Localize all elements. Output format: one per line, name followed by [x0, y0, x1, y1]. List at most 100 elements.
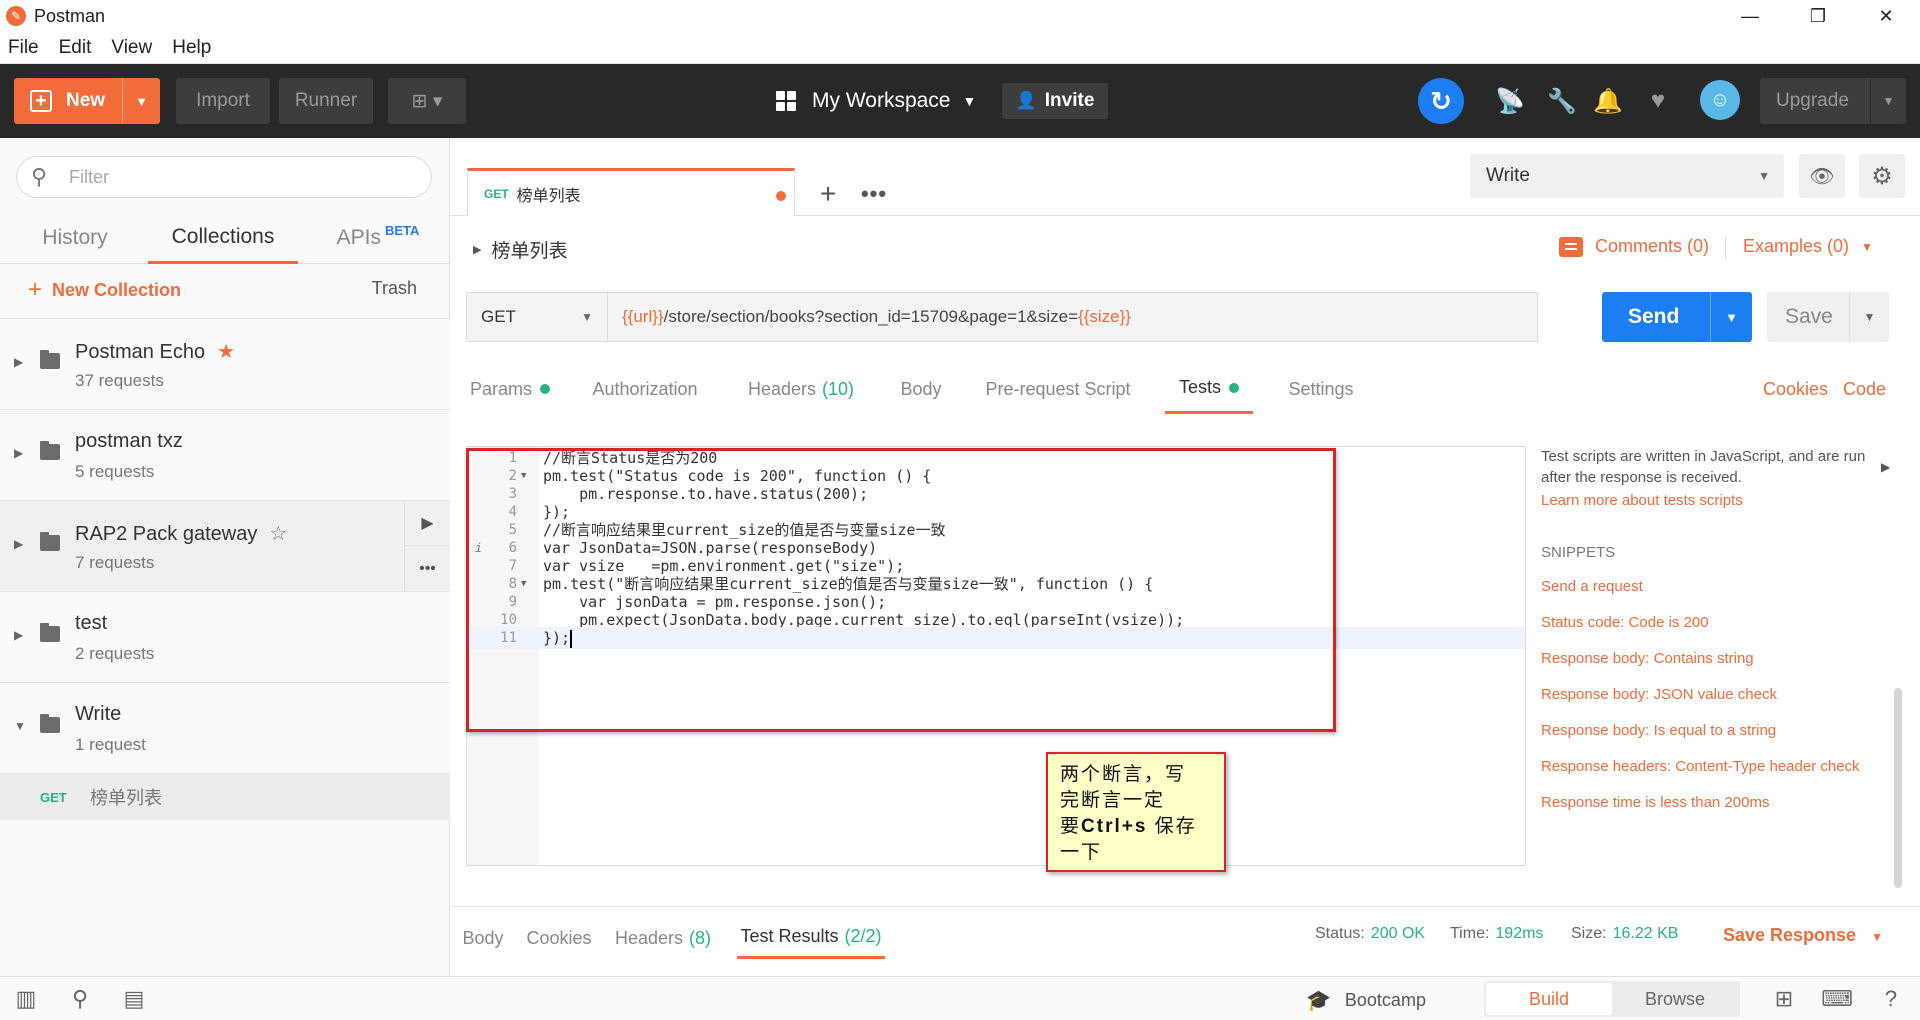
gear-icon[interactable]: ⚙: [1859, 154, 1905, 198]
annotation-highlight-box: [466, 448, 1336, 732]
snippet-link[interactable]: Response body: JSON value check: [1541, 686, 1777, 703]
tab-apis[interactable]: APIs BETA: [330, 212, 426, 264]
filter-input[interactable]: [69, 166, 409, 188]
send-dropdown-caret-icon[interactable]: ▼: [1710, 292, 1752, 342]
request-tab[interactable]: GET 榜单列表: [467, 168, 795, 216]
more-tabs-icon[interactable]: •••: [854, 174, 894, 214]
caret-down-icon[interactable]: ▼: [14, 719, 26, 733]
snippet-link[interactable]: Send a request: [1541, 578, 1643, 595]
snippet-link[interactable]: Response headers: Content-Type header ch…: [1541, 758, 1860, 775]
snippet-link[interactable]: Response body: Contains string: [1541, 650, 1754, 667]
restore-icon[interactable]: ❐: [1784, 0, 1852, 32]
examples-dropdown[interactable]: Examples (0) ▼: [1725, 236, 1873, 260]
satellite-icon[interactable]: 📡: [1492, 83, 1528, 119]
collapse-panel-icon[interactable]: ▶: [1881, 460, 1890, 474]
resp-tab-cookies[interactable]: Cookies: [526, 917, 591, 959]
menu-view[interactable]: View: [111, 37, 152, 59]
learn-more-link[interactable]: Learn more about tests scripts: [1541, 492, 1743, 509]
collection-item[interactable]: ▶ postman txz 5 requests: [0, 410, 450, 501]
tab-settings[interactable]: Settings: [1279, 364, 1363, 414]
vertical-scrollbar[interactable]: [1894, 218, 1902, 978]
close-icon[interactable]: ✕: [1852, 0, 1920, 32]
caret-right-icon[interactable]: ▶: [14, 355, 23, 369]
console-icon[interactable]: ▤: [120, 985, 148, 1013]
expand-arrow-icon[interactable]: ▶: [405, 501, 450, 546]
add-tab-icon[interactable]: +: [808, 174, 848, 214]
environment-select[interactable]: Write ▼: [1470, 154, 1784, 198]
find-icon[interactable]: ⚲: [66, 985, 94, 1013]
save-response-button[interactable]: Save Response ▼: [1723, 925, 1883, 946]
resp-headers-count: (8): [689, 927, 712, 948]
code-link[interactable]: Code: [1843, 364, 1886, 414]
sidebar-toggle-icon[interactable]: ▥: [12, 985, 40, 1013]
minimize-icon[interactable]: —: [1716, 0, 1784, 32]
build-toggle-button[interactable]: Build: [1486, 983, 1612, 1015]
tab-prerequest-script[interactable]: Pre-request Script: [981, 364, 1135, 414]
star-icon[interactable]: ★: [217, 341, 235, 363]
trash-link[interactable]: Trash: [372, 278, 417, 299]
wrench-icon[interactable]: 🔧: [1544, 83, 1580, 119]
new-window-button[interactable]: ⊞ ▾: [388, 78, 466, 124]
comments-link[interactable]: Comments (0): [1559, 236, 1709, 257]
tab-params[interactable]: Params: [469, 364, 551, 414]
avatar[interactable]: ☺: [1700, 80, 1740, 120]
import-button[interactable]: Import: [176, 78, 270, 124]
tab-headers[interactable]: Headers (10): [739, 364, 863, 414]
resp-tab-body[interactable]: Body: [461, 917, 505, 959]
sync-icon[interactable]: ↻: [1418, 78, 1464, 124]
heart-icon[interactable]: ♥: [1640, 83, 1676, 119]
tab-history[interactable]: History: [38, 212, 112, 264]
snippet-link[interactable]: Response time is less than 200ms: [1541, 794, 1769, 811]
menu-edit[interactable]: Edit: [59, 37, 92, 59]
breadcrumb[interactable]: ▶ 榜单列表: [473, 236, 567, 263]
time-label: Time:: [1450, 925, 1490, 942]
runner-button[interactable]: Runner: [279, 78, 373, 124]
upgrade-dropdown-caret-icon[interactable]: ▼: [1870, 78, 1906, 124]
caret-right-icon[interactable]: ▶: [14, 446, 23, 460]
collection-item[interactable]: ▶ test 2 requests: [0, 592, 450, 683]
eye-icon[interactable]: 👁: [1799, 154, 1845, 198]
new-window-icon: ⊞ ▾: [411, 90, 443, 112]
new-button[interactable]: + New ▼: [14, 78, 160, 124]
collection-item[interactable]: ▼ Write 1 request: [0, 683, 450, 774]
menu-file[interactable]: File: [8, 37, 39, 59]
resp-tab-test-results[interactable]: Test Results (2/2): [737, 917, 885, 959]
resp-tab-headers[interactable]: Headers (8): [613, 917, 713, 959]
collection-item[interactable]: ▶ RAP2 Pack gateway ☆ 7 requests ▶ •••: [0, 501, 450, 592]
send-button[interactable]: Send ▼: [1602, 292, 1752, 342]
snippet-link[interactable]: Response body: Is equal to a string: [1541, 722, 1776, 739]
upgrade-button[interactable]: Upgrade ▼: [1760, 78, 1906, 124]
request-item[interactable]: GET 榜单列表: [0, 774, 450, 820]
tab-authorization[interactable]: Authorization: [581, 364, 709, 414]
more-options-icon[interactable]: •••: [405, 546, 450, 591]
keyboard-icon[interactable]: ⌨: [1821, 985, 1853, 1013]
cookies-link[interactable]: Cookies: [1763, 364, 1828, 414]
new-collection-button[interactable]: + New Collection: [28, 276, 181, 304]
url-input[interactable]: {{url}}/store/section/books?section_id=1…: [608, 292, 1538, 342]
save-button[interactable]: Save ▼: [1767, 292, 1889, 342]
method-select[interactable]: GET ▼: [466, 292, 608, 342]
collection-item[interactable]: ▶ Postman Echo ★ 37 requests: [0, 319, 450, 410]
tab-collections[interactable]: Collections: [148, 212, 298, 264]
caret-right-icon[interactable]: ▶: [14, 537, 23, 551]
headers-count: (10): [822, 378, 855, 399]
new-dropdown-caret-icon[interactable]: ▼: [122, 78, 160, 124]
two-pane-icon[interactable]: ⊞: [1770, 985, 1798, 1013]
save-dropdown-caret-icon[interactable]: ▼: [1849, 292, 1889, 342]
star-outline-icon[interactable]: ☆: [269, 523, 287, 545]
menu-help[interactable]: Help: [172, 37, 211, 59]
browse-toggle-button[interactable]: Browse: [1612, 983, 1738, 1015]
scrollbar-thumb[interactable]: [1894, 688, 1902, 888]
request-name: 榜单列表: [90, 788, 162, 808]
bootcamp-button[interactable]: 🎓 Bootcamp: [1306, 988, 1426, 1013]
help-icon[interactable]: ?: [1877, 985, 1905, 1013]
bell-icon[interactable]: 🔔: [1590, 83, 1626, 119]
caret-right-icon[interactable]: ▶: [14, 628, 23, 642]
invite-button[interactable]: 👤 Invite: [1002, 83, 1108, 119]
tab-tests[interactable]: Tests: [1165, 364, 1253, 414]
workspace-selector[interactable]: My Workspace ▼: [776, 78, 976, 124]
window-controls: — ❐ ✕: [1716, 0, 1920, 32]
tab-body[interactable]: Body: [891, 364, 951, 414]
bootcamp-label: Bootcamp: [1344, 990, 1426, 1010]
snippet-link[interactable]: Status code: Code is 200: [1541, 614, 1709, 631]
